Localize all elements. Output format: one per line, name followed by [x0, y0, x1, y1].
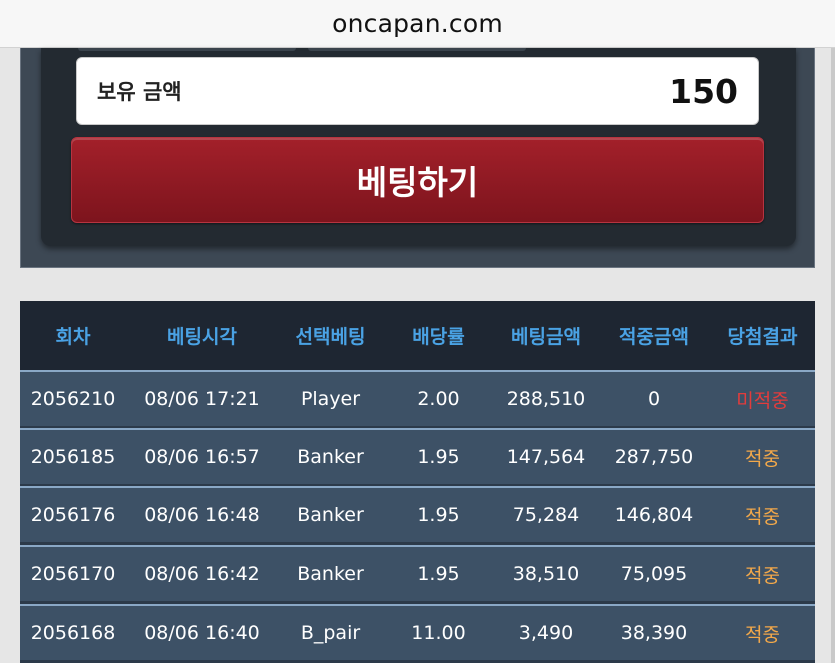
cell-bet-amount: 288,510 [506, 388, 586, 410]
url-text: oncapan.com [332, 9, 503, 38]
column-header-round: 회차 [55, 326, 91, 348]
cell-result-hit: 적중 [745, 564, 780, 587]
column-header-win-amount: 적중금액 [619, 326, 689, 348]
table-row: 2056168 08/06 16:40 B_pair 11.00 3,490 3… [20, 604, 815, 660]
selector-stub-right [308, 48, 526, 51]
cell-bet-time: 08/06 16:48 [144, 504, 260, 526]
cell-bet-time: 08/06 16:57 [144, 446, 260, 468]
table-row: 2056185 08/06 16:57 Banker 1.95 147,564 … [20, 428, 815, 484]
cell-choice: Player [300, 388, 361, 410]
column-header-choice: 선택베팅 [295, 326, 366, 348]
browser-url-bar[interactable]: oncapan.com [0, 0, 835, 48]
cell-result-miss: 미적중 [736, 389, 789, 412]
cell-result-hit: 적중 [745, 447, 780, 470]
column-header-result: 당첨결과 [727, 326, 798, 348]
cell-win-amount: 75,095 [620, 563, 688, 585]
bet-history-table: 회차 베팅시각 선택베팅 배당률 베팅금액 적중금액 당첨결과 2056210 … [20, 301, 815, 663]
selector-stub-left [78, 48, 296, 51]
cell-choice: B_pair [300, 622, 361, 644]
cell-bet-amount: 38,510 [512, 563, 580, 585]
cell-odds: 1.95 [417, 504, 460, 526]
column-header-odds: 배당률 [412, 326, 465, 348]
cell-win-amount: 0 [647, 388, 661, 410]
cell-result-hit: 적중 [745, 623, 780, 646]
cell-bet-time: 08/06 16:40 [144, 622, 260, 644]
cell-round: 2056210 [30, 388, 116, 410]
cell-round: 2056185 [30, 446, 116, 468]
cell-odds: 1.95 [417, 446, 460, 468]
cell-choice: Banker [297, 563, 364, 585]
cell-bet-amount: 75,284 [512, 504, 580, 526]
cell-win-amount: 38,390 [620, 622, 688, 644]
table-row: 2056170 08/06 16:42 Banker 1.95 38,510 7… [20, 545, 815, 601]
balance-box: 보유 금액 150 [76, 57, 759, 125]
cell-result-hit: 적중 [745, 505, 780, 528]
cell-bet-time: 08/06 16:42 [144, 563, 260, 585]
cell-win-amount: 287,750 [614, 446, 694, 468]
table-row: 2056176 08/06 16:48 Banker 1.95 75,284 1… [20, 486, 815, 542]
balance-label: 보유 금액 [97, 80, 182, 104]
column-header-bet-time: 베팅시각 [167, 326, 237, 348]
cell-round: 2056170 [30, 563, 116, 585]
cell-win-amount: 146,804 [614, 504, 694, 526]
cell-odds: 1.95 [417, 563, 460, 585]
column-header-bet-amount: 베팅금액 [511, 326, 581, 348]
table-row: 2056210 08/06 17:21 Player 2.00 288,510 … [20, 370, 815, 426]
cell-bet-time: 08/06 17:21 [144, 388, 260, 410]
cell-odds: 11.00 [411, 622, 466, 644]
table-header-row: 회차 베팅시각 선택베팅 배당률 베팅금액 적중금액 당첨결과 [20, 301, 815, 370]
cell-choice: Banker [297, 504, 364, 526]
page-scrollbar[interactable] [831, 48, 835, 663]
bet-panel: 보유 금액 150 베팅하기 [20, 48, 815, 268]
bet-panel-inner: 보유 금액 150 베팅하기 [41, 48, 796, 246]
cell-round: 2056176 [30, 504, 116, 526]
cell-odds: 2.00 [417, 388, 460, 410]
cell-bet-amount: 147,564 [506, 446, 586, 468]
place-bet-button[interactable]: 베팅하기 [71, 137, 764, 223]
cell-bet-amount: 3,490 [518, 622, 574, 644]
cell-round: 2056168 [30, 622, 116, 644]
balance-value: 150 [669, 71, 738, 111]
cell-choice: Banker [297, 446, 364, 468]
